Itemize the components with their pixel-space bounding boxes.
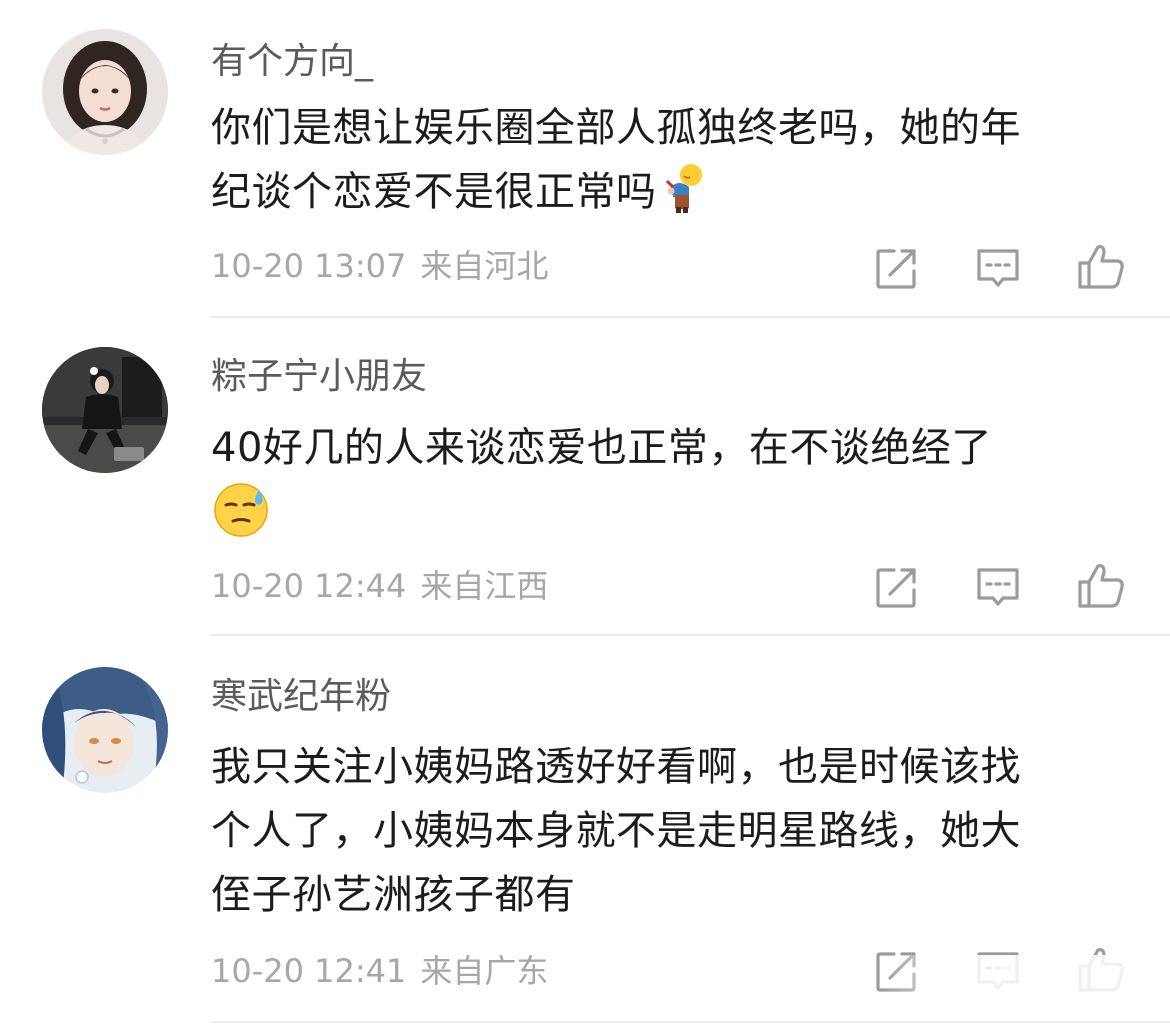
comment-icon — [977, 952, 1019, 990]
share-icon — [876, 952, 916, 992]
thumbs-up-icon — [1078, 948, 1124, 992]
comment-meta: 10-20 12:41 来自广东 — [211, 951, 548, 991]
comment-text-line: 我只关注小姨妈路透好好看啊，也是时候该找 — [211, 744, 1021, 790]
comment-meta: 10-20 12:44 来自江西 — [211, 566, 548, 606]
comment-location: 来自广东 — [420, 952, 549, 990]
bowing-person-emoji — [663, 161, 707, 232]
comment-meta: 10-20 13:07 来自河北 — [211, 246, 548, 286]
username[interactable]: 有个方向_ — [211, 40, 373, 84]
avatar-image — [42, 29, 168, 155]
share-button[interactable] — [872, 946, 922, 996]
share-button[interactable] — [872, 562, 922, 612]
username[interactable]: 寒武纪年粉 — [211, 675, 391, 719]
comment-location: 来自江西 — [420, 567, 549, 605]
reply-button[interactable] — [973, 562, 1023, 612]
divider — [211, 1021, 1170, 1023]
watermark-fade — [880, 955, 1170, 1000]
like-button[interactable] — [1076, 241, 1126, 291]
comment-text: 40好几的人来谈恋爱也正常，在不谈绝经了 — [211, 416, 1121, 557]
username[interactable]: 粽子宁小朋友 — [211, 355, 427, 399]
comment-icon — [977, 568, 1019, 606]
comment-time: 10-20 12:44 — [211, 567, 407, 605]
reply-button[interactable] — [973, 243, 1023, 293]
like-button[interactable] — [1076, 944, 1126, 994]
comment-text: 我只关注小姨妈路透好好看啊，也是时候该找 个人了，小姨妈本身就不是走明星路线，她… — [211, 735, 1121, 927]
comment-location: 来自河北 — [420, 247, 549, 285]
comment-text-line: 你们是想让娱乐圈全部人孤独终老吗，她的年 — [211, 105, 1021, 151]
avatar-image — [42, 347, 168, 473]
like-button[interactable] — [1076, 560, 1126, 610]
share-icon — [876, 249, 916, 289]
comment-time: 10-20 13:07 — [211, 247, 407, 285]
divider — [211, 634, 1170, 636]
avatar-image — [42, 667, 168, 793]
comment-text-line: 侄子孙艺洲孩子都有 — [211, 872, 576, 918]
reply-button[interactable] — [973, 946, 1023, 996]
avatar[interactable] — [42, 347, 168, 473]
comment-text-line: 个人了，小姨妈本身就不是走明星路线，她大 — [211, 808, 1021, 854]
comment-icon — [977, 249, 1019, 287]
avatar[interactable] — [42, 667, 168, 793]
comment-text-line: 纪谈个恋爱不是很正常吗 — [211, 160, 1121, 232]
divider — [211, 316, 1170, 318]
comment-text-segment: 纪谈个恋爱不是很正常吗 — [211, 169, 657, 215]
avatar[interactable] — [42, 29, 168, 155]
thumbs-up-icon — [1078, 245, 1124, 289]
comment-text: 你们是想让娱乐圈全部人孤独终老吗，她的年 纪谈个恋爱不是很正常吗 — [211, 96, 1121, 232]
share-button[interactable] — [872, 243, 922, 293]
comment-list: 有个方向_ 你们是想让娱乐圈全部人孤独终老吗，她的年 纪谈个恋爱不是很正常吗 1… — [0, 0, 1170, 1025]
sweat-face-emoji — [213, 482, 1121, 557]
share-icon — [876, 568, 916, 608]
comment-time: 10-20 12:41 — [211, 952, 407, 990]
comment-text-line: 40好几的人来谈恋爱也正常，在不谈绝经了 — [211, 425, 992, 471]
thumbs-up-icon — [1078, 564, 1124, 608]
